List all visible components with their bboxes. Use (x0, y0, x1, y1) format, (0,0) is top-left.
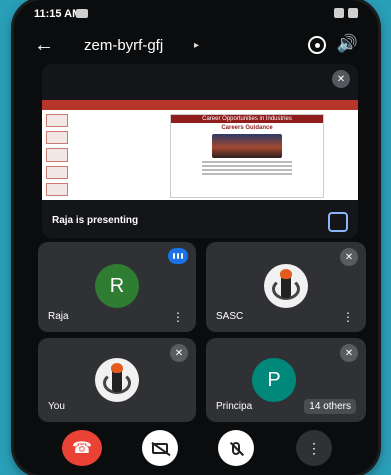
participant-name: SASC (216, 311, 244, 322)
mic-toggle-button[interactable] (218, 430, 254, 466)
mic-off-icon (232, 441, 240, 455)
hang-up-button[interactable]: ☎ (62, 430, 102, 466)
more-options-icon[interactable]: ⋮ (172, 310, 184, 324)
slide-title: Career Opportunities in Industries (171, 115, 323, 123)
slide-thumbnail (46, 148, 68, 162)
mic-off-icon: ✕ (332, 70, 350, 88)
wifi-icon (334, 8, 344, 18)
avatar (95, 358, 139, 402)
phone-hangup-icon: ☎ (72, 440, 92, 457)
slide-toolbar (42, 100, 358, 110)
slide-thumbnail (46, 182, 68, 197)
battery-icon (348, 8, 358, 18)
logo-flame (280, 269, 292, 279)
speaking-indicator-icon (168, 248, 188, 264)
logo-flame (111, 363, 123, 373)
camera-toggle-button[interactable] (142, 430, 178, 466)
arrow-left-icon[interactable]: ← (34, 34, 54, 57)
speaker-icon[interactable]: 🔊 (337, 34, 358, 54)
slide-subtitle: Careers Guidance (221, 125, 273, 131)
status-time: 11:15 AM (34, 8, 82, 20)
slide-thumbnails (46, 114, 68, 197)
slide-main: Career Opportunities in Industries Caree… (170, 114, 324, 198)
participant-name: Raja (48, 311, 69, 322)
more-options-button[interactable]: ⋮ (296, 430, 332, 466)
more-options-icon[interactable]: ⋮ (342, 310, 354, 324)
slide-thumbnail (46, 131, 68, 145)
presenter-label: Raja is presenting (52, 215, 139, 226)
participant-name: Principa (216, 401, 253, 412)
more-vert-icon: ⋮ (307, 439, 321, 456)
avatar: P (252, 358, 296, 402)
chevron-right-icon[interactable]: ▸ (194, 40, 199, 51)
call-controls: ☎ ⋮ (14, 430, 378, 466)
slide-text-lines (202, 161, 292, 175)
meeting-code[interactable]: zem-byrf-gfj (84, 37, 163, 54)
participant-tile-principa[interactable]: ✕ P Principa 14 others (206, 338, 366, 422)
slide-image (212, 134, 282, 158)
avatar (264, 264, 308, 308)
mic-off-icon: ✕ (340, 344, 358, 362)
camera-off-icon (152, 442, 168, 454)
presentation-tile[interactable]: ✕ Career Opportunities in Industries Car… (42, 64, 358, 238)
phone-frame: 11:15 AM ← zem-byrf-gfj ▸ 🔊 ✕ Career Opp… (14, 0, 378, 475)
notification-icon (76, 9, 88, 18)
fullscreen-icon[interactable] (328, 212, 348, 232)
status-icons (334, 8, 358, 18)
participant-name: You (48, 401, 65, 412)
others-count-badge[interactable]: 14 others (304, 399, 356, 414)
status-bar: 11:15 AM (14, 0, 378, 28)
participant-tile-sasc[interactable]: ✕ SASC ⋮ (206, 242, 366, 332)
switch-camera-icon[interactable] (308, 36, 326, 54)
participant-tile-you[interactable]: ✕ You (38, 338, 196, 422)
app-header: ← zem-byrf-gfj ▸ 🔊 (14, 30, 378, 62)
slide-thumbnail (46, 114, 68, 128)
shared-slide: Career Opportunities in Industries Caree… (42, 100, 358, 200)
participant-tile-raja[interactable]: R Raja ⋮ (38, 242, 196, 332)
mic-off-icon: ✕ (340, 248, 358, 266)
mic-off-icon: ✕ (170, 344, 188, 362)
avatar: R (95, 264, 139, 308)
slide-thumbnail (46, 165, 68, 179)
